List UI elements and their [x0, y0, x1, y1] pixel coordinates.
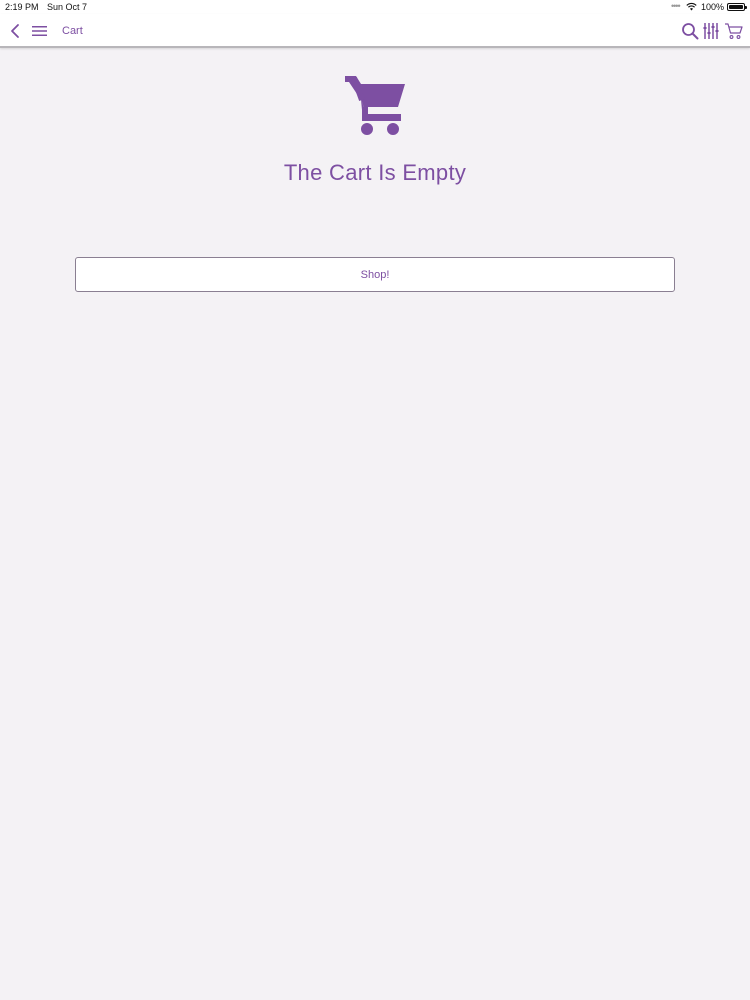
sliders-icon[interactable]	[702, 22, 720, 40]
status-date: Sun Oct 7	[47, 2, 88, 12]
hamburger-menu-icon[interactable]	[32, 25, 47, 37]
status-time: 2:19 PM	[5, 2, 39, 12]
chevron-left-icon[interactable]	[9, 23, 23, 39]
shop-button[interactable]: Shop!	[75, 257, 675, 292]
cart-icon[interactable]	[724, 22, 744, 40]
battery-icon	[727, 3, 747, 11]
signal-icon: ••••	[671, 1, 681, 11]
search-icon[interactable]	[681, 22, 699, 40]
page-title: Cart	[62, 25, 83, 37]
status-bar: 2:19 PM Sun Oct 7 •••• 100%	[0, 0, 750, 14]
wifi-icon	[686, 2, 697, 11]
empty-cart-heading: The Cart Is Empty	[283, 160, 467, 185]
battery-percent: 100%	[701, 2, 725, 12]
nav-bar: Cart	[0, 14, 750, 48]
empty-cart-icon	[345, 76, 405, 135]
